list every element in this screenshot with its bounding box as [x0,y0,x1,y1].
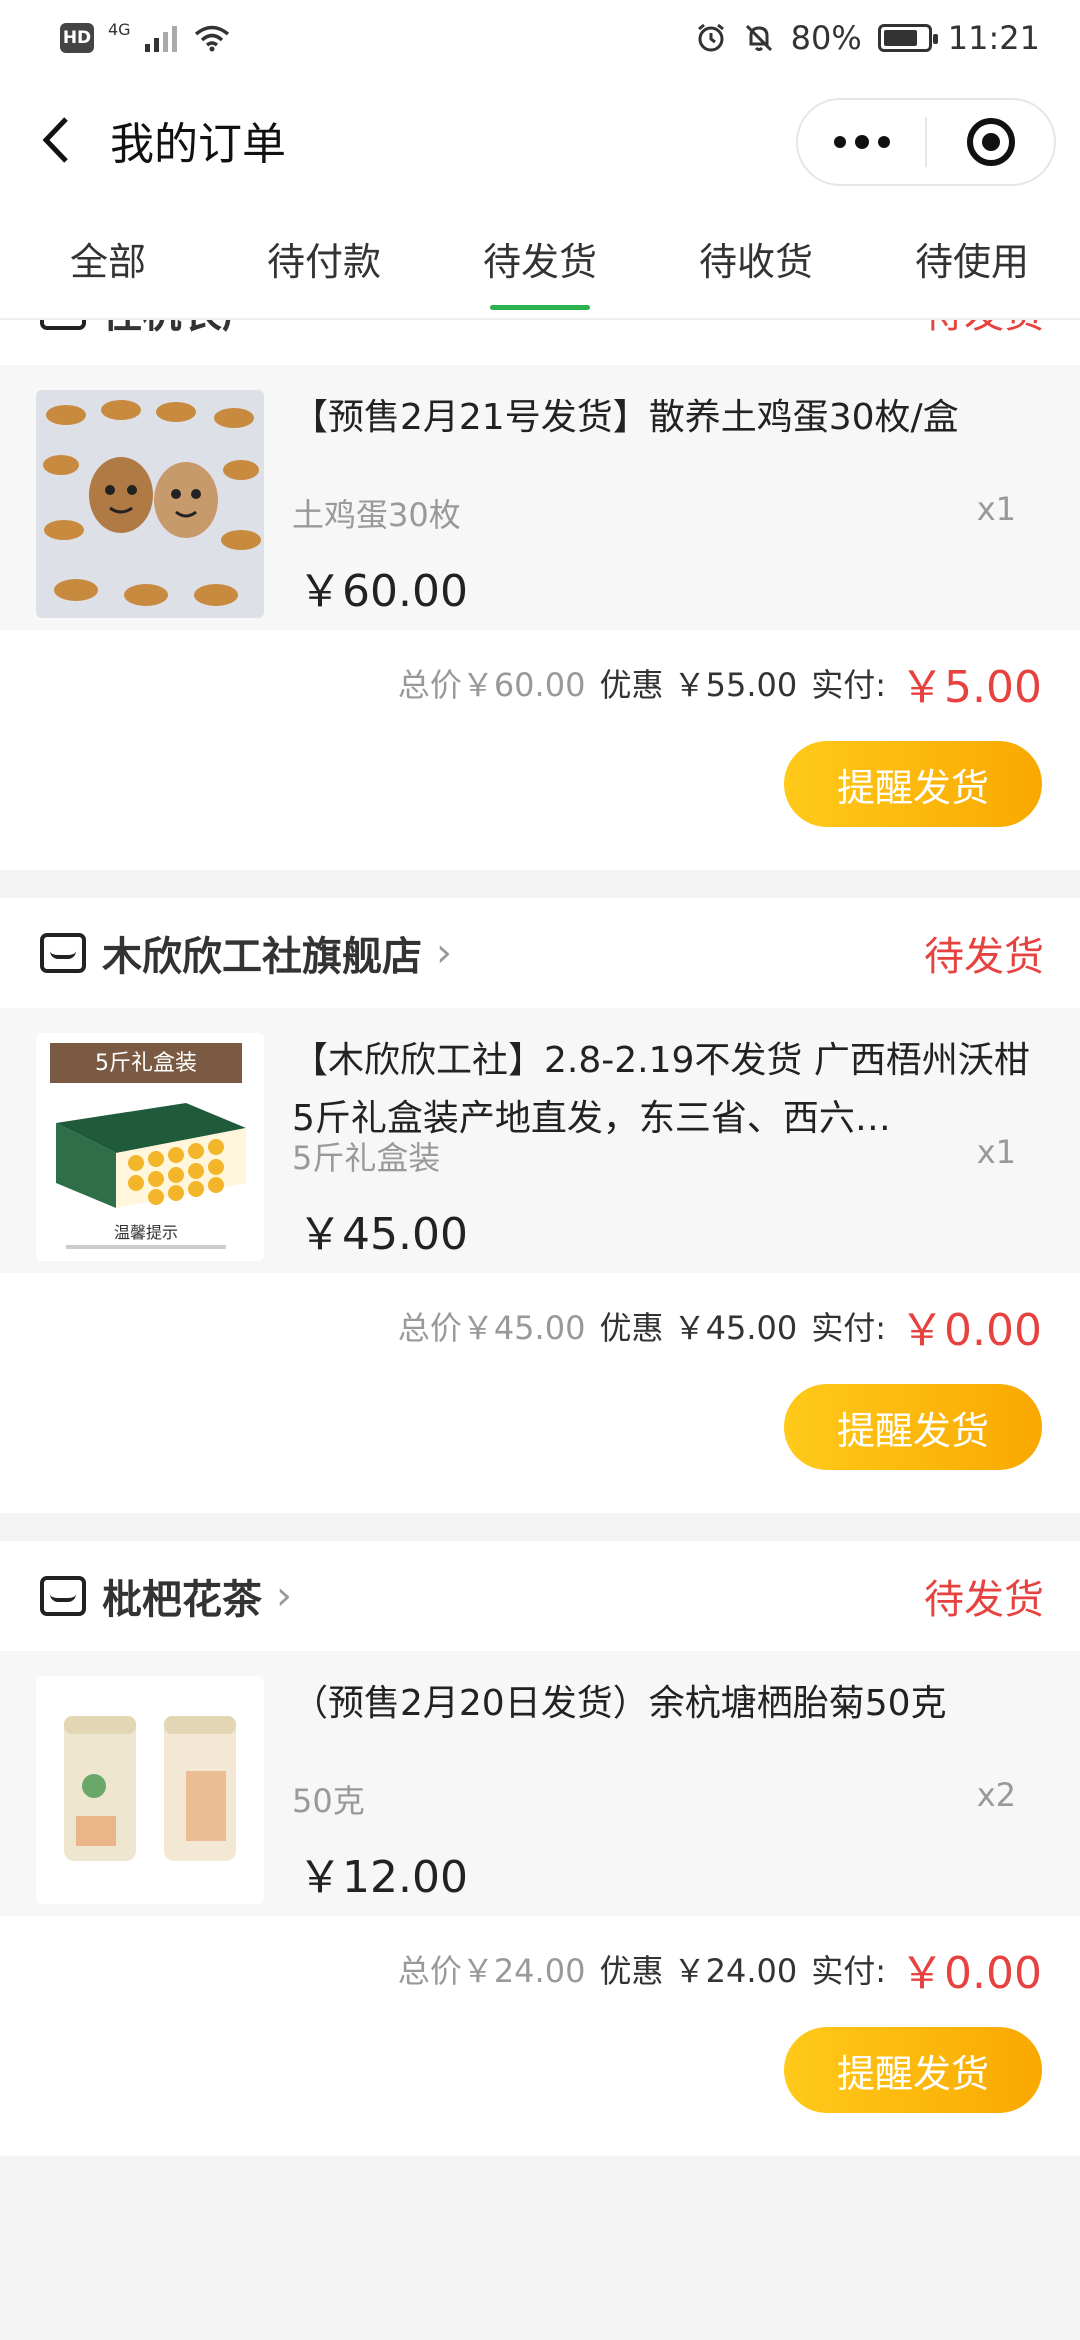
action-row: 提醒发货 [0,2021,1080,2156]
wifi-icon [194,25,229,51]
discount: 优惠 ￥55.00 [599,665,798,704]
status-left: HD 4G [60,20,231,53]
product-image-eggs [36,390,264,618]
order-tabs: 全部 待付款 待发货 待收货 待使用 [0,205,1080,320]
tab-pending-payment[interactable]: 待付款 [216,205,432,318]
product-qty: x1 [976,1133,1016,1171]
paid-amount: ￥0.00 [900,1947,1042,1999]
shop-row[interactable]: 枇杷花茶 › 待发货 [0,1541,1080,1651]
product-qty: x2 [976,1776,1016,1814]
image-note: 温馨提示 [114,1223,178,1242]
product-title: 【预售2月21号发货】散养土鸡蛋30枚/盒 [292,397,959,438]
remind-shipment-button[interactable]: 提醒发货 [784,2027,1042,2113]
hd-badge: HD [60,22,94,53]
product-image-tea-cans [36,1676,264,1904]
clock: 11:21 [947,18,1040,57]
paid-amount: ￥5.00 [900,661,1042,713]
order-status: 待发货 [924,320,1044,339]
total-price: 总价￥60.00 [397,665,586,704]
tab-pending-use[interactable]: 待使用 [864,205,1080,318]
product-spec: 5斤礼盒装 [292,1139,441,1177]
battery-percent: 80% [790,18,862,57]
discount: 优惠 ￥45.00 [599,1308,798,1347]
order-summary: 总价￥60.00 优惠 ￥55.00 实付: ￥5.00 [0,630,1080,735]
shop-icon [40,320,86,330]
product-item[interactable]: （预售2月20日发货）余杭塘栖胎菊50克 50克 x2 ￥12.00 [0,1651,1080,1916]
order-list[interactable]: 径杭农产 › 待发货 [0,320,1080,2340]
order-status: 待发货 [924,934,1044,980]
image-label: 5斤礼盒装 [95,1051,197,1076]
product-item[interactable]: 5斤礼盒装 温馨提示 【木欣欣工社】2.8-2.19不发货 广西梧州沃柑5斤礼盒… [0,1008,1080,1273]
shop-row[interactable]: 径杭农产 › 待发货 [0,320,1080,365]
order-card: 木欣欣工社旗舰店 › 待发货 5斤礼盒装 温馨提示 【木欣欣工社】2.8-2.1… [0,898,1080,1513]
signal-icon [144,25,177,52]
paid-label: 实付: [811,1951,887,1990]
product-title: （预售2月20日发货）余杭塘栖胎菊50克 [292,1683,947,1724]
paid-amount: ￥0.00 [900,1304,1042,1356]
action-row: 提醒发货 [0,735,1080,870]
back-button[interactable] [0,75,110,205]
product-title: 【木欣欣工社】2.8-2.19不发货 广西梧州沃柑5斤礼盒装产地直发，东三省、西… [292,1040,1030,1139]
remind-shipment-button[interactable]: 提醒发货 [784,1384,1042,1470]
shop-row[interactable]: 木欣欣工社旗舰店 › 待发货 [0,898,1080,1008]
tab-all[interactable]: 全部 [0,205,216,318]
more-dots-icon [833,135,890,149]
paid-label: 实付: [811,1308,887,1347]
product-image-oranges: 5斤礼盒装 温馨提示 [36,1033,264,1261]
shop-icon [40,1576,86,1616]
chevron-left-icon [42,117,68,163]
product-spec: 土鸡蛋30枚 [292,496,461,534]
product-price: ￥60.00 [298,566,468,617]
product-spec: 50克 [292,1782,365,1820]
discount: 优惠 ￥24.00 [599,1951,798,1990]
action-row: 提醒发货 [0,1378,1080,1513]
chevron-right-icon: › [276,1573,292,1619]
network-type: 4G [108,20,131,39]
shop-name: 枇杷花茶 [102,1577,262,1623]
product-item[interactable]: 【预售2月21号发货】散养土鸡蛋30枚/盒 土鸡蛋30枚 x1 ￥60.00 [0,365,1080,630]
total-price: 总价￥24.00 [397,1951,586,1990]
shop-name: 木欣欣工社旗舰店 [102,934,422,980]
paid-label: 实付: [811,665,887,704]
mini-program-capsule [796,98,1056,186]
product-price: ￥45.00 [298,1209,468,1260]
status-bar: HD 4G 80% 11:21 [0,0,1080,75]
chevron-right-icon: › [276,320,292,333]
order-status: 待发货 [924,1577,1044,1623]
battery-icon [877,23,938,52]
total-price: 总价￥45.00 [397,1308,586,1347]
tab-pending-receipt[interactable]: 待收货 [648,205,864,318]
status-right: 80% 11:21 [695,19,1040,57]
more-menu-button[interactable] [798,100,925,184]
alarm-icon [697,23,724,51]
tab-pending-shipment[interactable]: 待发货 [432,205,648,318]
remind-shipment-button[interactable]: 提醒发货 [784,741,1042,827]
page-title: 我的订单 [110,119,286,170]
product-qty: x1 [976,490,1016,528]
nav-header: 我的订单 [0,75,1080,205]
order-card: 径杭农产 › 待发货 [0,320,1080,870]
mute-bell-icon [745,24,772,51]
shop-icon [40,933,86,973]
close-mini-program-button[interactable] [927,100,1054,184]
chevron-right-icon: › [436,930,452,976]
product-price: ￥12.00 [298,1852,468,1903]
order-card: 枇杷花茶 › 待发货 （预售2月20日发货）余杭塘栖胎菊50克 50克 x2 ￥… [0,1541,1080,2156]
order-summary: 总价￥24.00 优惠 ￥24.00 实付: ￥0.00 [0,1916,1080,2021]
shop-name: 径杭农产 [102,320,262,339]
target-close-icon [966,118,1015,166]
order-summary: 总价￥45.00 优惠 ￥45.00 实付: ￥0.00 [0,1273,1080,1378]
